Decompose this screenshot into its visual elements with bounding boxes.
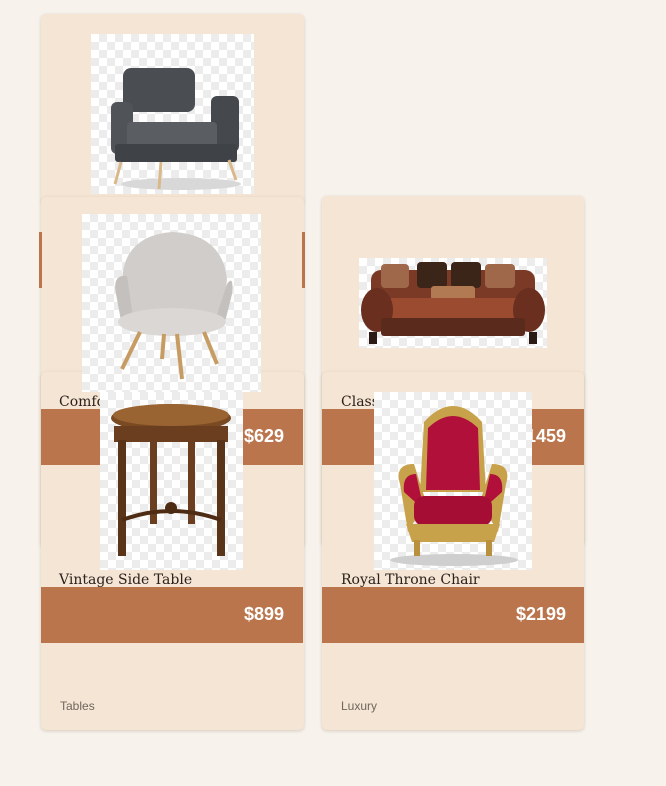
product-name[interactable]: Vintage Side Table	[59, 572, 192, 588]
card-accent-bar-right	[302, 232, 305, 288]
card-accent-bar-left	[39, 232, 42, 288]
white-modern-chair-image	[82, 214, 261, 392]
category-label: Luxury	[341, 699, 378, 713]
price-label: $2199	[515, 604, 566, 624]
price-label: $629	[243, 426, 284, 446]
price-label: $899	[243, 604, 284, 624]
category-label: Tables	[60, 699, 95, 713]
brown-sofa-image	[359, 258, 547, 348]
wooden-side-table-image	[100, 392, 243, 570]
gray-armchair-image	[91, 34, 254, 194]
product-name[interactable]: Royal Throne Chair	[341, 572, 480, 588]
red-throne-chair-image	[374, 392, 532, 570]
